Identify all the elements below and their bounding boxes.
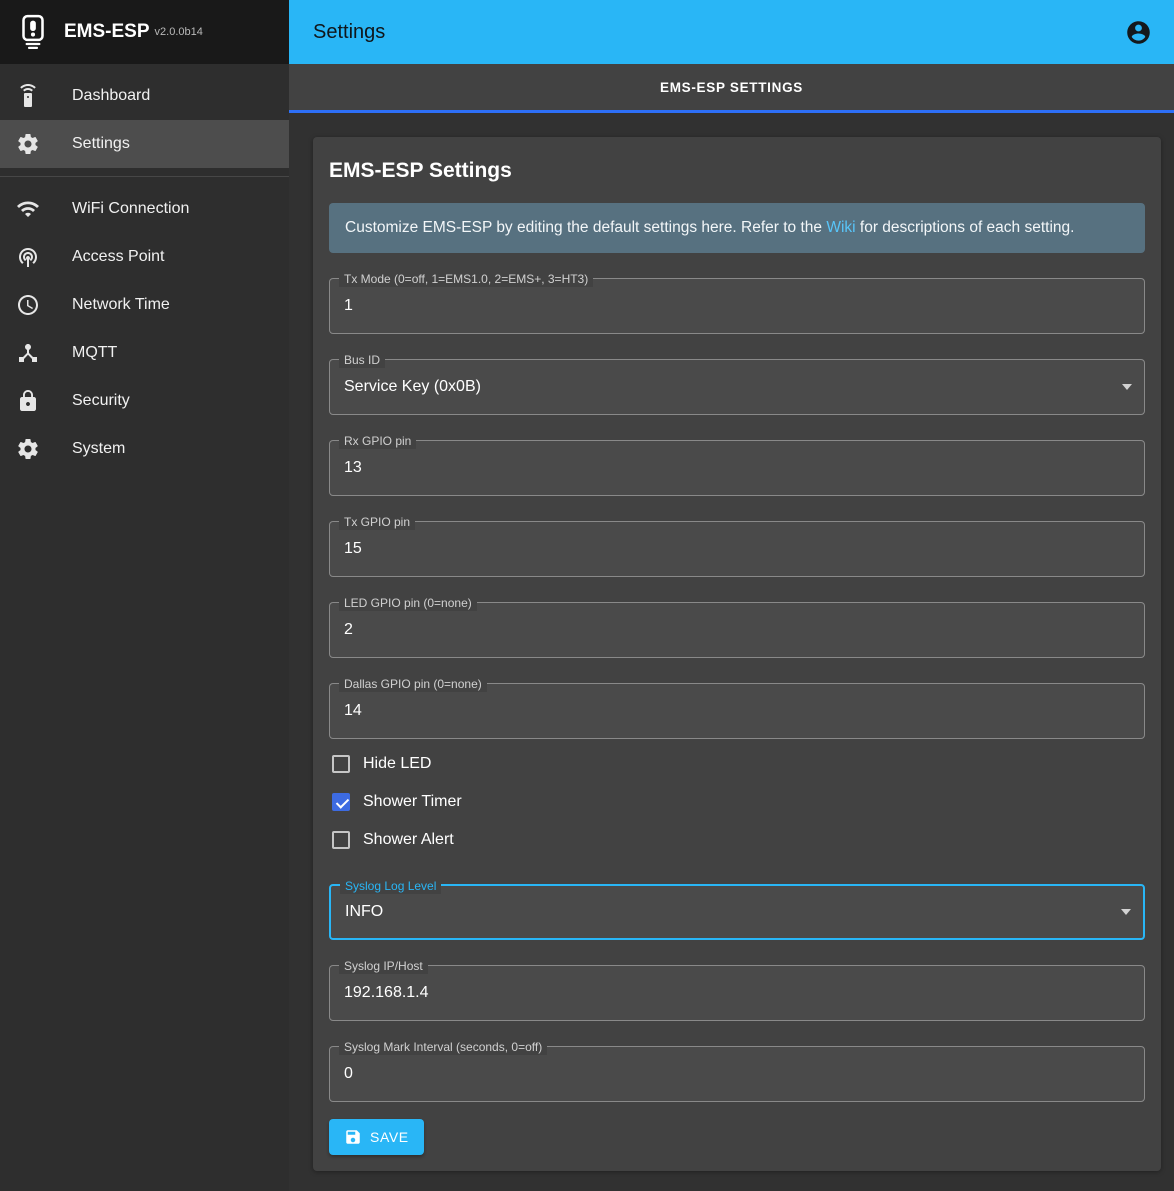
account-icon[interactable] [1125, 19, 1152, 46]
sidebar-item-mqtt[interactable]: MQTT [0, 329, 289, 377]
wifi-tethering-icon [16, 245, 72, 269]
checkbox[interactable] [332, 831, 350, 849]
sidebar-divider [0, 176, 289, 177]
dallas-gpio-input[interactable]: Dallas GPIO pin (0=none) 14 [329, 683, 1145, 739]
page-title: Settings [313, 21, 385, 44]
chevron-down-icon [1122, 384, 1132, 390]
sidebar-item-label: Access Point [72, 248, 164, 266]
syslog-mark-interval-input[interactable]: Syslog Mark Interval (seconds, 0=off) 0 [329, 1046, 1145, 1102]
wiki-link[interactable]: Wiki [826, 219, 855, 236]
wifi-icon [16, 197, 72, 221]
checkbox[interactable] [332, 793, 350, 811]
tab-bar: EMS-ESP SETTINGS [289, 64, 1174, 113]
app-window: EMS-ESP v2.0.0b14 Dashboard Settings [0, 0, 1174, 1191]
rx-gpio-input[interactable]: Rx GPIO pin 13 [329, 440, 1145, 496]
sidebar-item-label: WiFi Connection [72, 200, 189, 218]
field-value: 1 [344, 297, 353, 315]
info-text: Customize EMS-ESP by editing the default… [345, 219, 826, 236]
rx-gpio-field: Rx GPIO pin 13 [329, 440, 1145, 496]
app-name: EMS-ESP [64, 21, 150, 43]
chevron-down-icon [1121, 909, 1131, 915]
led-gpio-input[interactable]: LED GPIO pin (0=none) 2 [329, 602, 1145, 658]
save-button[interactable]: SAVE [329, 1119, 424, 1155]
syslog-level-select: Syslog Log Level INFO [329, 884, 1145, 940]
checkbox[interactable] [332, 755, 350, 773]
sidebar-header: EMS-ESP v2.0.0b14 [0, 0, 289, 64]
sidebar-item-dashboard[interactable]: Dashboard [0, 72, 289, 120]
field-value: 14 [344, 702, 362, 720]
syslog-host-field: Syslog IP/Host 192.168.1.4 [329, 965, 1145, 1021]
field-value: 192.168.1.4 [344, 984, 429, 1002]
dallas-gpio-field: Dallas GPIO pin (0=none) 14 [329, 683, 1145, 739]
gear-icon [16, 132, 72, 156]
sidebar-item-security[interactable]: Security [0, 377, 289, 425]
syslog-mark-interval-field: Syslog Mark Interval (seconds, 0=off) 0 [329, 1046, 1145, 1102]
checkbox-label: Shower Timer [363, 793, 462, 811]
sidebar-menu: Dashboard Settings WiFi Connection A [0, 64, 289, 473]
tx-mode-field: Tx Mode (0=off, 1=EMS1.0, 2=EMS+, 3=HT3)… [329, 278, 1145, 334]
field-label: Syslog Mark Interval (seconds, 0=off) [339, 1039, 547, 1055]
gear-icon [16, 437, 72, 461]
checkbox-group: Hide LED Shower Timer Shower Alert [329, 745, 1145, 859]
card-title: EMS-ESP Settings [329, 159, 1145, 183]
sidebar-item-network-time[interactable]: Network Time [0, 281, 289, 329]
field-value: INFO [345, 903, 383, 921]
checkbox-shower-alert[interactable]: Shower Alert [329, 821, 1145, 859]
sidebar-item-label: Dashboard [72, 87, 150, 105]
field-label: Tx GPIO pin [339, 514, 415, 530]
app-version: v2.0.0b14 [155, 26, 203, 38]
checkbox-label: Shower Alert [363, 831, 454, 849]
tx-gpio-field: Tx GPIO pin 15 [329, 521, 1145, 577]
hub-icon [16, 341, 72, 365]
appbar: Settings [289, 0, 1174, 64]
checkbox-hide-led[interactable]: Hide LED [329, 745, 1145, 783]
bus-id-input[interactable]: Bus ID Service Key (0x0B) [329, 359, 1145, 415]
main-area: Settings EMS-ESP SETTINGS EMS-ESP Settin… [289, 0, 1174, 1191]
sidebar-item-label: Settings [72, 135, 130, 153]
bus-id-select: Bus ID Service Key (0x0B) [329, 359, 1145, 415]
tab-ems-esp-settings[interactable]: EMS-ESP SETTINGS [660, 80, 803, 95]
info-banner: Customize EMS-ESP by editing the default… [329, 203, 1145, 253]
app-logo-icon [14, 13, 52, 51]
sidebar-item-wifi-connection[interactable]: WiFi Connection [0, 185, 289, 233]
syslog-host-input[interactable]: Syslog IP/Host 192.168.1.4 [329, 965, 1145, 1021]
sidebar-item-label: Security [72, 392, 130, 410]
field-label: Syslog IP/Host [339, 958, 428, 974]
sidebar-item-settings[interactable]: Settings [0, 120, 289, 168]
settings-card: EMS-ESP Settings Customize EMS-ESP by ed… [313, 137, 1161, 1171]
content-area: EMS-ESP Settings Customize EMS-ESP by ed… [289, 113, 1174, 1191]
info-text: for descriptions of each setting. [856, 219, 1075, 236]
led-gpio-field: LED GPIO pin (0=none) 2 [329, 602, 1145, 658]
clock-icon [16, 293, 72, 317]
checkbox-shower-timer[interactable]: Shower Timer [329, 783, 1145, 821]
save-icon [344, 1128, 362, 1146]
field-value: Service Key (0x0B) [344, 378, 481, 396]
tx-gpio-input[interactable]: Tx GPIO pin 15 [329, 521, 1145, 577]
checkbox-label: Hide LED [363, 755, 431, 773]
field-value: 13 [344, 459, 362, 477]
field-label: Syslog Log Level [340, 878, 441, 894]
field-value: 0 [344, 1065, 353, 1083]
sidebar-item-access-point[interactable]: Access Point [0, 233, 289, 281]
save-button-label: SAVE [370, 1129, 409, 1145]
sidebar: EMS-ESP v2.0.0b14 Dashboard Settings [0, 0, 289, 1191]
sidebar-item-label: System [72, 440, 125, 458]
syslog-level-input[interactable]: Syslog Log Level INFO [329, 884, 1145, 940]
sidebar-item-label: Network Time [72, 296, 170, 314]
field-value: 2 [344, 621, 353, 639]
tx-mode-input[interactable]: Tx Mode (0=off, 1=EMS1.0, 2=EMS+, 3=HT3)… [329, 278, 1145, 334]
field-value: 15 [344, 540, 362, 558]
lock-icon [16, 389, 72, 413]
field-label: Tx Mode (0=off, 1=EMS1.0, 2=EMS+, 3=HT3) [339, 271, 593, 287]
sidebar-item-label: MQTT [72, 344, 117, 362]
remote-icon [16, 84, 72, 108]
field-label: LED GPIO pin (0=none) [339, 595, 477, 611]
field-label: Rx GPIO pin [339, 433, 416, 449]
field-label: Dallas GPIO pin (0=none) [339, 676, 487, 692]
field-label: Bus ID [339, 352, 385, 368]
sidebar-item-system[interactable]: System [0, 425, 289, 473]
